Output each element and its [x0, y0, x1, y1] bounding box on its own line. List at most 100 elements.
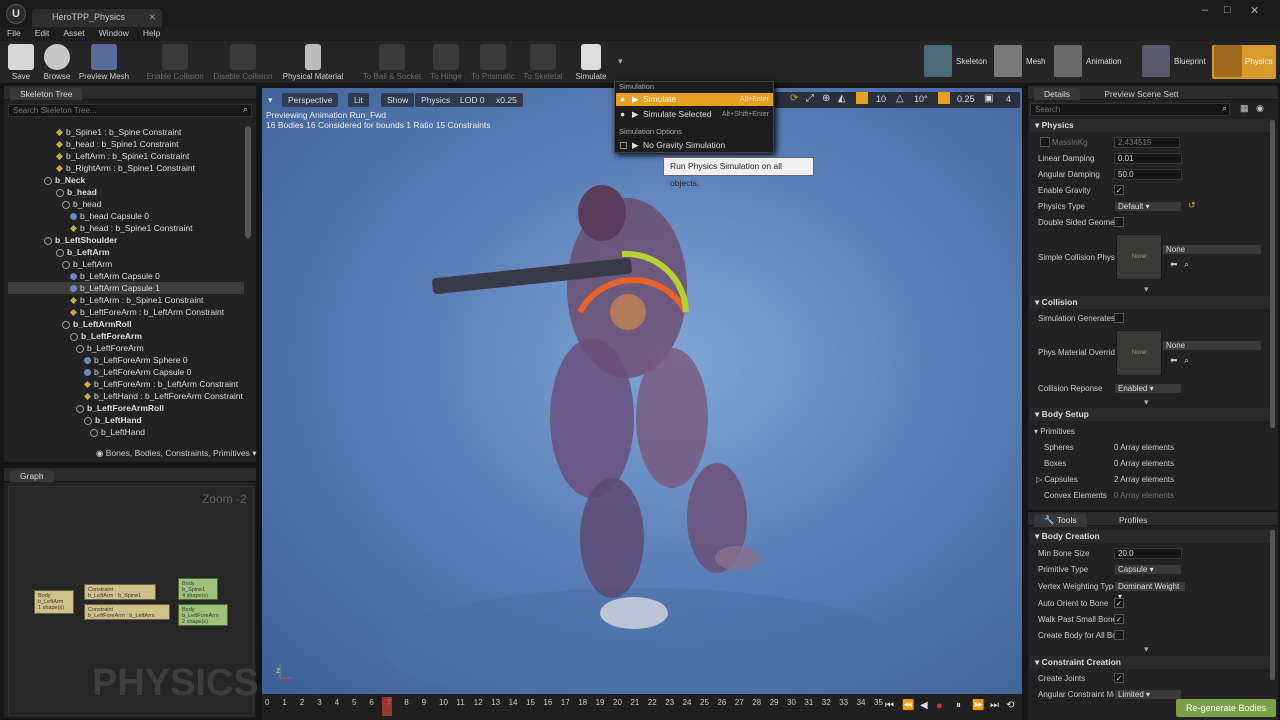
menu-file[interactable]: File: [0, 27, 28, 39]
viewport-options-icon[interactable]: ▾: [268, 95, 273, 106]
rotation-snap-value[interactable]: 10°: [914, 94, 928, 104]
eye-icon[interactable]: ◉: [1256, 103, 1264, 114]
disable-collision-button[interactable]: Disable Collision: [210, 41, 276, 84]
linear-damping-field[interactable]: 0.01: [1114, 153, 1182, 164]
no-gravity-checkbox[interactable]: [620, 142, 627, 149]
grid-snap-icon[interactable]: [856, 92, 868, 104]
create-body-checkbox[interactable]: [1114, 630, 1124, 640]
minimize-button[interactable]: –: [1202, 4, 1208, 16]
to-start-icon[interactable]: ⏮: [885, 700, 894, 711]
double-sided-checkbox[interactable]: [1114, 217, 1124, 227]
enable-collision-button[interactable]: Enable Collision: [144, 41, 206, 84]
expand-arrow-icon[interactable]: ▾: [1144, 284, 1149, 295]
menu-help[interactable]: Help: [136, 27, 167, 39]
camera-speed-icon[interactable]: ▣: [984, 93, 993, 104]
step-back-icon[interactable]: ⏪: [902, 700, 914, 711]
tree-row[interactable]: b_head: [8, 198, 244, 210]
graph-tab[interactable]: Graph: [10, 470, 54, 482]
graph-node-constraint-spine[interactable]: Constraint b_LeftArm : b_Spine1: [84, 584, 156, 600]
grid-snap-value[interactable]: 10: [876, 94, 886, 104]
tools-scrollbar[interactable]: [1270, 530, 1275, 680]
menu-asset[interactable]: Asset: [56, 27, 91, 39]
perspective-button[interactable]: Perspective: [282, 93, 339, 107]
vertex-weighting-select[interactable]: Dominant Weight ▾: [1114, 581, 1186, 601]
animation-mode-icon[interactable]: [1054, 45, 1082, 77]
expand-arrow-icon[interactable]: ▾: [1144, 644, 1149, 655]
to-ball-socket-button[interactable]: To Ball & Socket: [360, 41, 424, 84]
tree-row[interactable]: b_LeftArm: [8, 246, 244, 258]
simulate-selected-item[interactable]: ● ▶ Simulate Selected Alt+Shift+Enter: [616, 108, 773, 121]
lit-button[interactable]: Lit: [348, 93, 369, 107]
simulate-menu-item[interactable]: ● ▶ Simulate Alt+Enter: [616, 93, 773, 106]
tree-scrollbar[interactable]: [245, 126, 251, 238]
constraint-creation-section-header[interactable]: ▾ Constraint Creation: [1030, 656, 1270, 669]
rotation-snap-icon[interactable]: △: [896, 93, 904, 104]
reset-icon[interactable]: ↺: [1188, 200, 1196, 211]
physical-material-button[interactable]: Physical Material: [280, 41, 346, 84]
playhead[interactable]: [382, 697, 392, 716]
simulate-dropdown-icon[interactable]: ▾: [618, 56, 623, 67]
simple-collision-select[interactable]: None: [1162, 244, 1262, 255]
phys-mat-select[interactable]: None: [1162, 340, 1262, 351]
physics-section-header[interactable]: ▾ Physics: [1030, 119, 1270, 132]
scale-snap-icon[interactable]: [938, 92, 950, 104]
browse-asset-icon[interactable]: ⌕: [1184, 259, 1189, 270]
use-arrow-icon[interactable]: ⬅: [1170, 355, 1178, 366]
step-forward-icon[interactable]: ⏩: [972, 700, 984, 711]
tree-row[interactable]: b_LeftForeArm: [8, 330, 244, 342]
show-button[interactable]: Show: [381, 93, 415, 107]
camera-speed-value[interactable]: 4: [1006, 94, 1011, 104]
mesh-mode-button[interactable]: Mesh: [1026, 45, 1046, 79]
physics-view-button[interactable]: Physics: [415, 93, 457, 107]
mass-field[interactable]: 2.434515: [1114, 137, 1180, 148]
details-scrollbar[interactable]: [1270, 120, 1275, 428]
tree-row[interactable]: b_LeftArm : b_Spine1 Constraint: [8, 294, 244, 306]
profiles-tab[interactable]: Profiles: [1119, 515, 1147, 525]
loop-icon[interactable]: ⟲: [1006, 700, 1014, 711]
tree-row[interactable]: b_LeftArm: [8, 258, 244, 270]
tree-row[interactable]: b_LeftForeArm Capsule 0: [8, 366, 244, 378]
tree-row[interactable]: b_LeftHand: [8, 414, 244, 426]
capsules-label[interactable]: ▷ Capsules: [1036, 475, 1078, 484]
mesh-mode-icon[interactable]: [994, 45, 1022, 77]
browse-button[interactable]: Browse: [40, 41, 74, 84]
primitives-label[interactable]: ▾ Primitives: [1034, 427, 1075, 436]
document-tab[interactable]: HeroTPP_Physics ✕: [32, 9, 162, 27]
lod-button[interactable]: LOD 0: [454, 93, 491, 107]
enable-gravity-checkbox[interactable]: ✓: [1114, 185, 1124, 195]
tree-filter-dropdown[interactable]: ◉ Bones, Bodies, Constraints, Primitives…: [96, 448, 257, 459]
browse-asset-icon[interactable]: ⌕: [1184, 355, 1189, 366]
tree-row[interactable]: b_RightArm : b_Spine1 Constraint: [8, 162, 244, 174]
preview-scene-tab[interactable]: Preview Scene Sett: [1104, 89, 1178, 99]
animation-mode-button[interactable]: Animation: [1086, 45, 1122, 79]
skeleton-search-input[interactable]: Search Skeleton Tree...: [8, 104, 252, 117]
to-end-icon[interactable]: ⏭: [990, 700, 999, 711]
tree-row[interactable]: b_Neck: [8, 174, 244, 186]
mass-override-checkbox[interactable]: [1040, 137, 1050, 147]
playback-speed-button[interactable]: x0.25: [490, 93, 523, 107]
regenerate-bodies-button[interactable]: Re-generate Bodies: [1176, 699, 1276, 717]
graph-node-body-leftarm[interactable]: Body b_LeftArm 1 shape(s): [34, 590, 74, 614]
min-bone-field[interactable]: 20.0: [1114, 548, 1182, 559]
tree-row[interactable]: b_LeftForeArm: [8, 342, 244, 354]
skeleton-mode-icon[interactable]: [924, 45, 952, 77]
skeleton-tree-tab[interactable]: Skeleton Tree: [10, 88, 83, 100]
no-gravity-item[interactable]: ▶ No Gravity Simulation: [616, 139, 773, 152]
menu-window[interactable]: Window: [92, 27, 136, 39]
rotate-mode-icon[interactable]: ⟳: [790, 93, 798, 104]
tree-row[interactable]: b_LeftForeArm : b_LeftArm Constraint: [8, 378, 244, 390]
close-window-button[interactable]: ✕: [1250, 4, 1259, 17]
blueprint-mode-icon[interactable]: [1142, 45, 1170, 77]
grid-view-icon[interactable]: ▦: [1240, 103, 1249, 114]
walk-past-checkbox[interactable]: ✓: [1114, 614, 1124, 624]
tree-row[interactable]: b_head : b_Spine1 Constraint: [8, 222, 244, 234]
simulate-button[interactable]: Simulate: [572, 41, 610, 84]
scale-snap-value[interactable]: 0.25: [957, 94, 975, 104]
world-space-icon[interactable]: ⊕: [822, 93, 830, 104]
to-skeletal-button[interactable]: To Skeletal: [520, 41, 566, 84]
details-search-input[interactable]: Search: [1030, 103, 1230, 116]
tree-row[interactable]: b_LeftHand: [8, 426, 244, 438]
body-creation-section-header[interactable]: ▾ Body Creation: [1030, 530, 1270, 543]
to-prismatic-button[interactable]: To Prismatic: [468, 41, 518, 84]
preview-mesh-button[interactable]: Preview Mesh: [76, 41, 132, 84]
